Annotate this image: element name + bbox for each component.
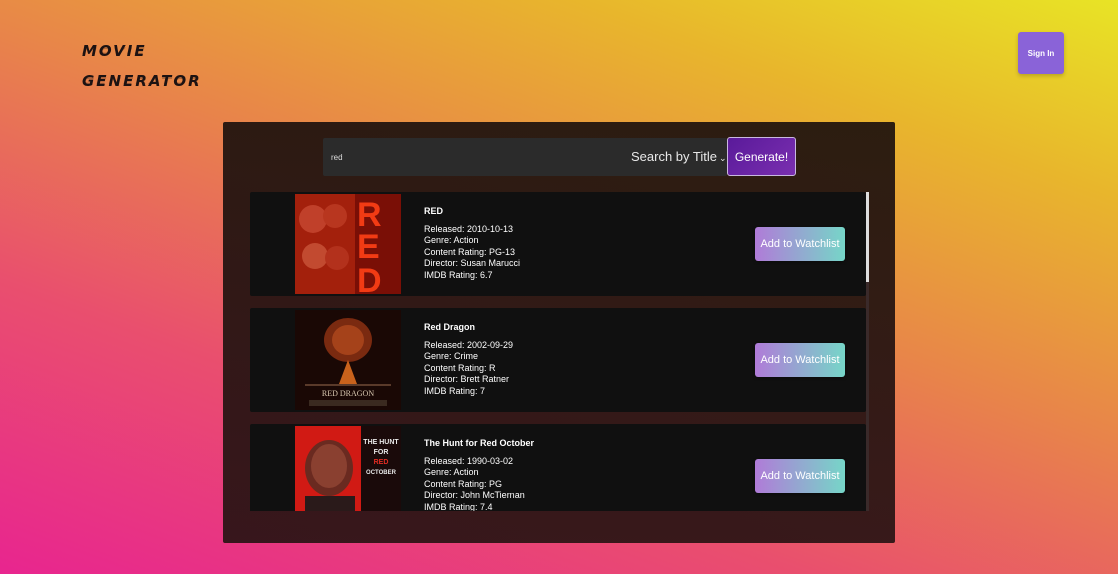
movie-title: Red Dragon (424, 322, 476, 332)
search-mode-label: Search by Title (631, 149, 717, 164)
movie-title: The Hunt for Red October (424, 438, 534, 448)
add-to-watchlist-button[interactable]: Add to Watchlist (755, 227, 845, 261)
movie-content-rating: Content Rating: PG-13 (424, 246, 516, 257)
generate-button[interactable]: Generate! (727, 137, 796, 176)
movie-director: Director: John McTiernan (424, 490, 525, 500)
svg-text:FOR: FOR (374, 449, 389, 456)
results-panel: Search by Title⌄ Generate! R E D (223, 122, 895, 543)
svg-text:RED DRAGON: RED DRAGON (322, 389, 374, 398)
movie-info: Red Dragon Released: 2002-09-29 Genre: C… (424, 322, 513, 397)
movie-card: RED DRAGON Red Dragon Released: 2002-09-… (250, 308, 866, 412)
svg-text:RED: RED (374, 459, 389, 466)
movie-released: Released: 2010-10-13 (424, 223, 514, 234)
movie-content-rating: Content Rating: R (424, 362, 496, 373)
movie-imdb-rating: IMDB Rating: 7.4 (424, 501, 493, 512)
svg-text:OCTOBER: OCTOBER (366, 470, 397, 476)
movie-poster: R E D (295, 194, 401, 294)
movie-released: Released: 1990-03-02 (424, 455, 514, 466)
movie-card: R E D RED Released: 2010-10-13 Genre: Ac… (250, 192, 866, 296)
movie-genre: Genre: Action (424, 235, 479, 245)
search-mode-select[interactable]: Search by Title ⌄ (631, 149, 727, 164)
scrollbar-thumb[interactable] (866, 192, 869, 282)
movie-imdb-rating: IMDB Rating: 6.7 (424, 269, 493, 280)
movie-card: THE HUNT FOR RED OCTOBER The Hunt for Re… (250, 424, 866, 511)
results-list[interactable]: R E D RED Released: 2010-10-13 Genre: Ac… (250, 192, 869, 511)
add-to-watchlist-button[interactable]: Add to Watchlist (755, 343, 845, 377)
add-to-watchlist-button[interactable]: Add to Watchlist (755, 459, 845, 493)
logo: MOVIE MOVIE GENERATOR GENERATOR (82, 36, 202, 96)
movie-title: RED (424, 206, 444, 216)
movie-director: Director: Susan Marucci (424, 258, 521, 268)
movie-genre: Genre: Action (424, 467, 479, 477)
logo-shadow-2: GENERATOR (82, 75, 202, 87)
movie-genre: Genre: Crime (424, 351, 479, 361)
svg-text:D: D (357, 262, 382, 294)
movie-info: The Hunt for Red October Released: 1990-… (424, 438, 534, 511)
chevron-down-icon: ⌄ (719, 153, 727, 163)
movie-released: Released: 2002-09-29 (424, 339, 514, 350)
movie-poster: THE HUNT FOR RED OCTOBER (295, 426, 401, 511)
logo-shadow-1: MOVIE (82, 45, 147, 57)
search-bar: Search by Title⌄ (323, 138, 727, 176)
movie-director: Director: Brett Ratner (424, 374, 510, 384)
movie-content-rating: Content Rating: PG (424, 478, 503, 489)
movie-poster: RED DRAGON (295, 310, 401, 410)
search-input[interactable] (331, 150, 611, 164)
movie-imdb-rating: IMDB Rating: 7 (424, 385, 486, 396)
sign-in-button[interactable]: Sign In (1018, 32, 1064, 74)
movie-info: RED Released: 2010-10-13 Genre: Action C… (424, 206, 520, 281)
svg-text:THE HUNT: THE HUNT (363, 439, 399, 446)
svg-text:E: E (357, 228, 380, 266)
